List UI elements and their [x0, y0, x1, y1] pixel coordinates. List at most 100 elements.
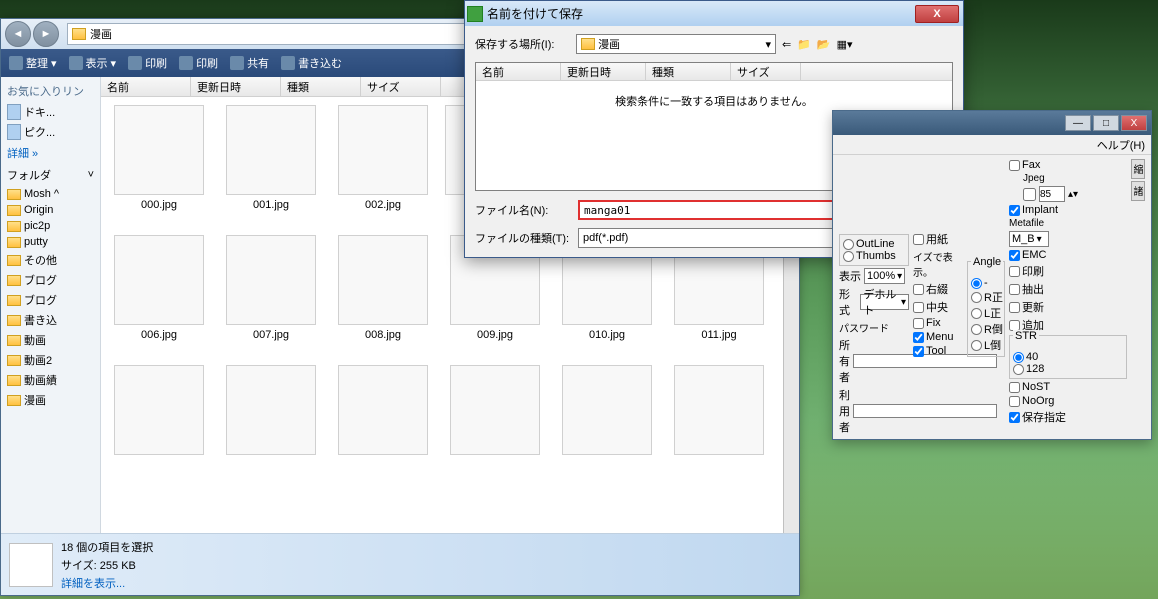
status-details-link[interactable]: 詳細を表示...: [61, 575, 153, 591]
sidebar-folder[interactable]: putty: [5, 235, 96, 249]
jpeg-check[interactable]: [1023, 188, 1036, 201]
location-combo[interactable]: 漫画: [576, 34, 776, 54]
format-label: 形式: [839, 286, 857, 318]
list-col-type[interactable]: 種類: [646, 63, 731, 80]
nost-check[interactable]: NoST: [1009, 381, 1127, 393]
file-thumb[interactable]: 007.jpg: [221, 235, 321, 341]
filetype-select[interactable]: pdf(*.pdf): [578, 228, 865, 248]
fix-check[interactable]: Fix: [913, 317, 963, 329]
str-128[interactable]: 128: [1013, 363, 1123, 375]
file-thumb[interactable]: [109, 365, 209, 455]
emc-check[interactable]: EMC: [1009, 249, 1127, 261]
angle-none[interactable]: -: [971, 277, 1001, 289]
folders-header[interactable]: フォルダ˅: [5, 165, 96, 185]
sidebar-folder[interactable]: その他: [5, 251, 96, 269]
print-button-2[interactable]: 印刷: [179, 55, 218, 71]
angle-r-pos[interactable]: R正: [971, 289, 1001, 305]
metafile-select[interactable]: M_B: [1009, 231, 1049, 247]
sidebar-folder[interactable]: 漫画: [5, 391, 96, 409]
file-thumb[interactable]: [557, 365, 657, 455]
sidebar-folder[interactable]: 動画: [5, 331, 96, 349]
sidebar-folder[interactable]: 動画績: [5, 371, 96, 389]
update-check[interactable]: 更新: [1009, 299, 1127, 315]
dialog-icon: [467, 6, 483, 22]
sidebar-folder[interactable]: Mosh ^: [5, 187, 96, 201]
angle-l-inv[interactable]: L倒: [971, 337, 1001, 353]
close-button[interactable]: X: [1121, 115, 1147, 131]
file-thumb[interactable]: [221, 365, 321, 455]
angle-l-pos[interactable]: L正: [971, 305, 1001, 321]
list-col-date[interactable]: 更新日時: [561, 63, 646, 80]
view-menu-icon[interactable]: ▦▾: [837, 38, 853, 51]
folder-icon: [72, 28, 86, 40]
filename-input[interactable]: [578, 200, 865, 220]
minimize-button[interactable]: —: [1065, 115, 1091, 131]
tool-check[interactable]: Tool: [913, 345, 963, 357]
password-label: パスワード: [839, 320, 909, 335]
sidebar-documents[interactable]: ドキ...: [5, 103, 96, 121]
file-thumb[interactable]: [445, 365, 545, 455]
file-thumb[interactable]: 008.jpg: [333, 235, 433, 341]
maximize-button[interactable]: □: [1093, 115, 1119, 131]
file-thumb[interactable]: [669, 365, 769, 455]
menu-check[interactable]: Menu: [913, 331, 963, 343]
forward-button[interactable]: ►: [33, 21, 59, 47]
burn-button[interactable]: 書き込む: [281, 55, 342, 71]
view-menu[interactable]: 表示 ▾: [69, 55, 117, 71]
display-label: 表示: [839, 268, 861, 284]
thumbs-radio[interactable]: Thumbs: [843, 250, 905, 262]
file-thumb[interactable]: 002.jpg: [333, 105, 433, 211]
owner-label: 所有者: [839, 337, 850, 385]
file-thumb[interactable]: 000.jpg: [109, 105, 209, 211]
jpeg-quality[interactable]: [1039, 186, 1065, 202]
right-check[interactable]: 右綴: [913, 281, 963, 297]
noorg-check[interactable]: NoOrg: [1009, 395, 1127, 407]
angle-group: Angle: [971, 256, 1003, 268]
extract-check[interactable]: 抽出: [1009, 281, 1127, 297]
sidebar-folder[interactable]: 動画2: [5, 351, 96, 369]
col-type[interactable]: 種類: [281, 77, 361, 96]
breadcrumb: 漫画: [90, 26, 112, 42]
zoom-select[interactable]: 100%: [864, 268, 905, 284]
favorites-header: お気に入りリン: [5, 81, 96, 101]
sidebar-more[interactable]: 詳細 »: [5, 143, 96, 163]
up-folder-icon[interactable]: 📁: [797, 38, 811, 51]
sidebar-pictures[interactable]: ピク...: [5, 123, 96, 141]
str-group: STR: [1013, 330, 1039, 342]
angle-r-inv[interactable]: R倒: [971, 321, 1001, 337]
col-size[interactable]: サイズ: [361, 77, 441, 96]
sidebar-folder[interactable]: ブログ: [5, 291, 96, 309]
list-col-size[interactable]: サイズ: [731, 63, 801, 80]
new-folder-icon[interactable]: 📂: [817, 38, 831, 51]
col-name[interactable]: 名前: [101, 77, 191, 96]
savespec-check[interactable]: 保存指定: [1009, 409, 1127, 425]
tab-1[interactable]: 縮: [1131, 159, 1145, 179]
close-button[interactable]: X: [915, 5, 959, 23]
sidebar-folder[interactable]: ブログ: [5, 271, 96, 289]
col-date[interactable]: 更新日時: [191, 77, 281, 96]
fax-check[interactable]: Fax: [1009, 159, 1127, 171]
center-check[interactable]: 中央: [913, 299, 963, 315]
format-select[interactable]: デホルト: [860, 294, 909, 310]
help-menu[interactable]: ヘルプ(H): [1097, 140, 1145, 152]
print-button-1[interactable]: 印刷: [128, 55, 167, 71]
implant-check[interactable]: Implant: [1009, 204, 1127, 216]
paper-check[interactable]: 用紙: [913, 231, 963, 247]
organize-menu[interactable]: 整理 ▾: [9, 55, 57, 71]
tab-2[interactable]: 諸: [1131, 181, 1145, 201]
share-button[interactable]: 共有: [230, 55, 269, 71]
status-thumb-icon: [9, 543, 53, 587]
print-check[interactable]: 印刷: [1009, 263, 1127, 279]
back-button[interactable]: ◄: [5, 21, 31, 47]
file-thumb[interactable]: 001.jpg: [221, 105, 321, 211]
str-40[interactable]: 40: [1013, 351, 1123, 363]
sidebar-folder[interactable]: 書き込: [5, 311, 96, 329]
list-col-name[interactable]: 名前: [476, 63, 561, 80]
sidebar-folder[interactable]: pic2p: [5, 219, 96, 233]
sidebar-folder[interactable]: Origin: [5, 203, 96, 217]
location-label: 保存する場所(I):: [475, 36, 570, 52]
file-thumb[interactable]: 006.jpg: [109, 235, 209, 341]
file-thumb[interactable]: [333, 365, 433, 455]
back-icon[interactable]: ⇐: [782, 38, 791, 51]
outline-radio[interactable]: OutLine: [843, 238, 905, 250]
